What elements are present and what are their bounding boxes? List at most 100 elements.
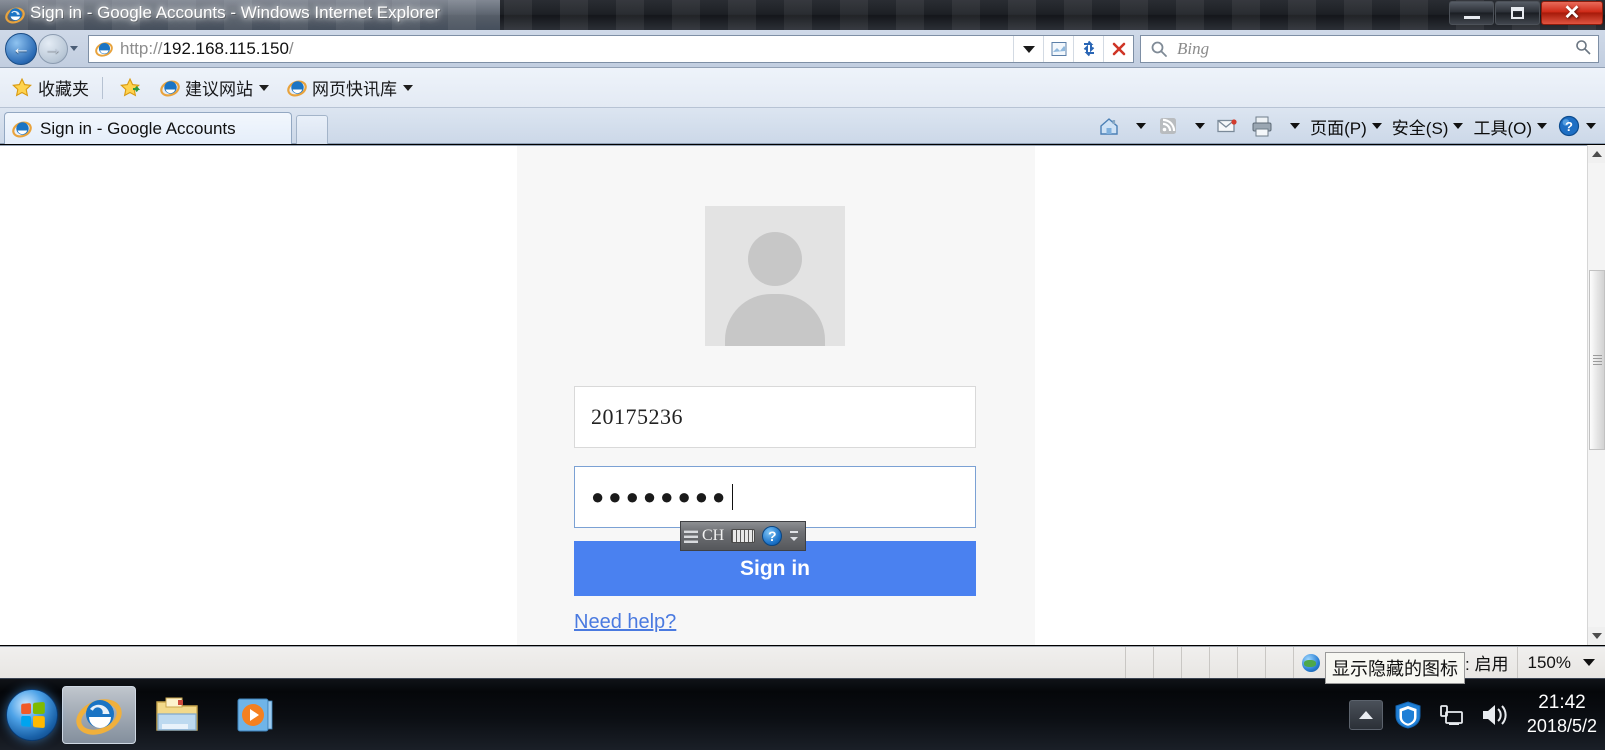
chevron-down-icon[interactable] (790, 537, 799, 541)
search-input[interactable]: Bing (1177, 39, 1209, 59)
taskbar-item-internet-explorer[interactable] (62, 685, 136, 744)
volume-icon (1482, 704, 1507, 725)
feeds-dropdown-button[interactable] (1185, 112, 1210, 140)
chevron-down-icon (1290, 123, 1301, 129)
zoom-level-control[interactable]: 150% (1516, 646, 1605, 679)
page-menu-label: 页面(P) (1310, 118, 1367, 138)
ie-logo-icon (76, 698, 122, 735)
close-button[interactable]: ✕ (1541, 1, 1603, 25)
close-icon: ✕ (1563, 2, 1581, 24)
shield-icon (1395, 700, 1421, 729)
tray-icon-volume[interactable] (1479, 701, 1509, 729)
back-button[interactable]: ← (5, 33, 37, 65)
show-hidden-icons-button[interactable] (1348, 699, 1383, 730)
add-to-favorites-bar-button[interactable] (113, 73, 149, 103)
page-right-margin (1035, 146, 1605, 645)
scroll-up-button[interactable] (1588, 145, 1605, 163)
ime-bar-options[interactable] (788, 531, 800, 541)
system-tray: 21:42 2018/5/2 (1348, 679, 1605, 750)
tab-bar: Sign in - Google Accounts 页面(P) 安全(S) 工具… (0, 108, 1605, 144)
need-help-link[interactable]: Need help? (574, 611, 676, 634)
chevron-down-icon (1371, 123, 1382, 129)
minimize-icon[interactable] (790, 531, 799, 533)
tab-favicon-icon (12, 120, 32, 138)
search-box[interactable]: Bing (1140, 35, 1599, 63)
taskbar-clock[interactable]: 21:42 2018/5/2 (1527, 691, 1597, 737)
favorites-item-web-slice-gallery[interactable]: 网页快讯库 (280, 73, 420, 103)
forward-button[interactable]: → (38, 34, 68, 64)
refresh-button[interactable] (1073, 36, 1103, 62)
navigation-bar: ← → http://192.168.115.150/ Bing (0, 30, 1605, 68)
chevron-up-icon (1358, 710, 1373, 719)
username-field[interactable]: 20175236 (574, 386, 976, 448)
desktop-screen: Sign in - Google Accounts - Windows Inte… (0, 0, 1605, 750)
new-tab-button[interactable] (296, 115, 328, 144)
feeds-button[interactable] (1151, 112, 1185, 140)
print-dropdown-button[interactable] (1280, 112, 1305, 140)
url-path: / (288, 39, 294, 58)
tray-icon-network[interactable] (1437, 701, 1465, 729)
tray-icon-security-shield[interactable] (1393, 700, 1423, 730)
restore-button[interactable] (1495, 1, 1540, 25)
stop-button[interactable] (1103, 36, 1133, 62)
rss-feed-icon (1160, 118, 1177, 134)
drag-grip-icon[interactable] (684, 526, 698, 546)
printer-icon (1252, 116, 1272, 137)
avatar-body-shape (725, 294, 825, 346)
username-value: 20175236 (591, 404, 683, 429)
tab-label: Sign in - Google Accounts (40, 118, 236, 138)
ime-language-label[interactable]: CH (702, 527, 724, 545)
sign-in-label: Sign in (740, 556, 810, 580)
page-menu-button[interactable]: 页面(P) (1305, 112, 1387, 140)
taskbar: 21:42 2018/5/2 (0, 678, 1605, 750)
page-favicon-icon (95, 42, 113, 57)
favorites-item-label: 网页快讯库 (312, 80, 397, 99)
scroll-down-button[interactable] (1588, 627, 1605, 645)
chevron-down-icon (1586, 123, 1596, 129)
recent-pages-dropdown-icon[interactable] (70, 46, 78, 51)
taskbar-item-windows-explorer[interactable] (140, 686, 214, 744)
compatibility-view-button[interactable] (1043, 36, 1073, 62)
window-controls: ✕ (1448, 1, 1603, 27)
favorites-button[interactable]: 收藏夹 (4, 73, 96, 103)
page-left-margin (0, 146, 517, 645)
refresh-icon (1083, 40, 1094, 57)
media-player-icon (237, 698, 273, 731)
minimize-button[interactable] (1449, 1, 1494, 25)
safety-menu-button[interactable]: 安全(S) (1387, 112, 1469, 140)
tray-tooltip: 显示隐藏的图标 (1325, 652, 1465, 684)
chevron-down-icon (1592, 633, 1602, 639)
password-value: ●●●●●●●● (591, 484, 730, 509)
ime-help-icon[interactable]: ? (762, 526, 783, 546)
search-icon (1151, 41, 1167, 57)
tools-menu-button[interactable]: 工具(O) (1468, 112, 1552, 140)
forward-arrow-icon: → (43, 37, 63, 59)
print-button[interactable] (1244, 112, 1280, 140)
scrollbar-thumb[interactable] (1589, 270, 1605, 450)
taskbar-item-windows-media-player[interactable] (218, 686, 292, 744)
vertical-scrollbar[interactable] (1587, 145, 1605, 645)
window-title-bar[interactable]: Sign in - Google Accounts - Windows Inte… (0, 0, 1605, 30)
password-field[interactable]: ●●●●●●●● (574, 466, 976, 528)
start-button[interactable] (6, 688, 58, 741)
favorites-bar: 收藏夹 建议网站 网页快讯库 (0, 68, 1605, 108)
home-dropdown-button[interactable] (1126, 112, 1151, 140)
clock-time: 21:42 (1538, 692, 1586, 714)
stop-icon (1112, 42, 1125, 56)
address-bar[interactable]: http://192.168.115.150/ (88, 35, 1134, 63)
ime-language-bar[interactable]: CH ? (680, 521, 806, 551)
search-go-button[interactable] (1574, 38, 1592, 61)
tab-sign-in-google-accounts[interactable]: Sign in - Google Accounts (4, 112, 292, 144)
compatibility-view-icon (1051, 42, 1066, 56)
keyboard-icon[interactable] (731, 529, 756, 543)
chevron-down-icon (1583, 659, 1595, 666)
chevron-down-icon (1195, 123, 1206, 129)
star-add-icon (120, 77, 141, 97)
home-button[interactable] (1092, 112, 1126, 140)
favorites-item-suggested-sites[interactable]: 建议网站 (153, 73, 276, 103)
command-bar: 页面(P) 安全(S) 工具(O) ? (1092, 111, 1601, 141)
help-menu-button[interactable]: ? (1552, 112, 1601, 140)
help-icon: ? (1558, 115, 1580, 137)
address-dropdown-button[interactable] (1013, 36, 1043, 62)
read-mail-button[interactable] (1210, 112, 1244, 140)
